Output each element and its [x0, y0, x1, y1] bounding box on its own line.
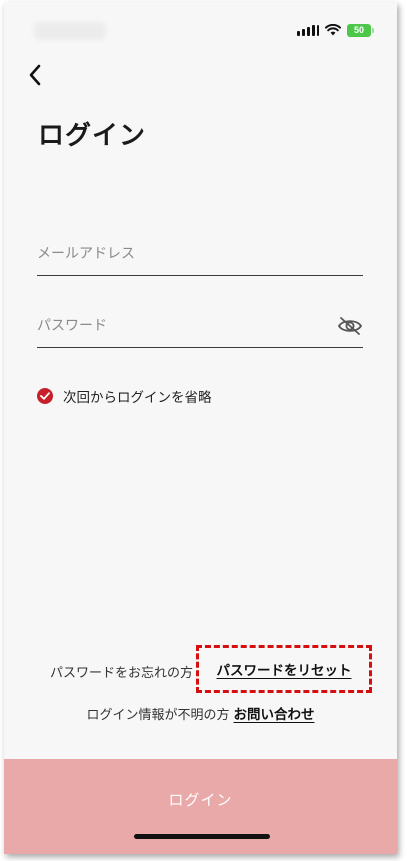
login-button[interactable]: ログイン [4, 759, 397, 854]
signal-icon [297, 24, 319, 36]
check-circle-icon[interactable] [37, 388, 53, 404]
forgot-password-text: パスワードをお忘れの方 [50, 666, 194, 681]
password-input[interactable] [37, 306, 327, 346]
login-button-label: ログイン [168, 791, 233, 809]
status-icons: 50 [297, 23, 374, 37]
battery-level: 50 [353, 24, 364, 35]
remember-login-label: 次回からログインを省略 [63, 390, 212, 406]
status-time-blurred [34, 22, 106, 40]
wifi-icon [325, 24, 341, 36]
phone-screen: 50 ログイン 次回からログインを省略 パスワードをお忘れの方 [4, 2, 397, 854]
contact-link[interactable]: お問い合わせ [234, 707, 315, 723]
back-button[interactable] [20, 60, 50, 90]
reset-password-link[interactable]: パスワードをリセット [217, 659, 352, 679]
home-indicator[interactable] [134, 834, 270, 839]
reset-password-highlight: パスワードをリセット [196, 645, 372, 693]
eye-off-icon[interactable] [337, 316, 363, 336]
battery-icon: 50 [347, 23, 374, 37]
page-title: ログイン [38, 121, 147, 151]
password-field[interactable] [37, 306, 363, 348]
chevron-left-icon [29, 64, 41, 86]
remember-login-checkbox[interactable]: 次回からログインを省略 [37, 386, 212, 406]
email-field[interactable] [37, 234, 363, 276]
contact-row: ログイン情報が不明の方 お問い合わせ [4, 703, 397, 723]
email-input[interactable] [37, 234, 363, 274]
status-bar: 50 [4, 2, 397, 52]
unknown-login-text: ログイン情報が不明の方 [86, 708, 230, 723]
